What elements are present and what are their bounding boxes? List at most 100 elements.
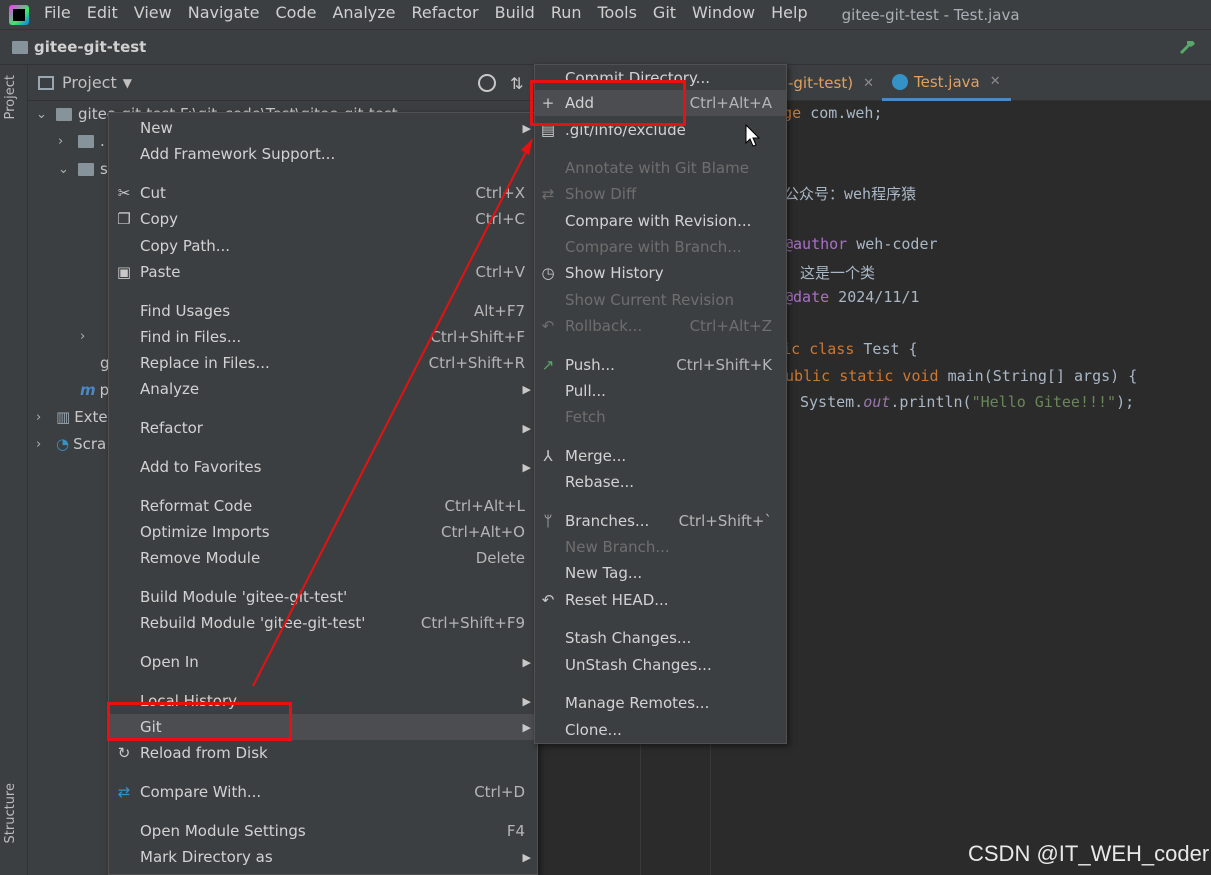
tree-item-src[interactable]: ⌄ s xyxy=(58,156,108,182)
menu-item-show-diff[interactable]: ⇄ Show Diff xyxy=(535,181,786,207)
menu-item-push[interactable]: ↗ Push... Ctrl+Shift+K xyxy=(535,352,786,378)
maven-icon: m xyxy=(80,381,96,399)
menu-item-compare-with-branch[interactable]: Compare with Branch... xyxy=(535,234,786,260)
tab-test-java[interactable]: Test.java ✕ xyxy=(882,65,1011,101)
menu-item-fetch[interactable]: Fetch xyxy=(535,404,786,430)
menu-item-open-module-settings[interactable]: Open Module Settings F4 xyxy=(109,818,537,844)
chevron-right-icon[interactable]: › xyxy=(36,410,50,425)
tree-item-label: Scra xyxy=(73,435,107,453)
menu-item-find-usages[interactable]: Find Usages Alt+F7 xyxy=(109,298,537,324)
chevron-down-icon[interactable]: ⌄ xyxy=(58,162,72,177)
tree-item-pom[interactable]: m p xyxy=(80,377,109,403)
menu-item-analyze[interactable]: Analyze ▶ xyxy=(109,376,537,402)
menu-item-open-in[interactable]: Open In ▶ xyxy=(109,649,537,675)
code-token: public static void xyxy=(776,367,939,385)
menu-file[interactable]: File xyxy=(36,0,79,29)
menu-item-refactor[interactable]: Refactor ▶ xyxy=(109,415,537,441)
menu-item-merge[interactable]: ⅄ Merge... xyxy=(535,443,786,469)
build-hammer-icon[interactable] xyxy=(1179,38,1197,56)
menu-refactor[interactable]: Refactor xyxy=(404,0,487,29)
structure-tool-button[interactable]: Structure xyxy=(3,783,18,843)
menu-item-reload-from-disk[interactable]: ↻ Reload from Disk xyxy=(109,740,537,766)
tree-item-dot[interactable]: › . xyxy=(58,128,105,154)
chevron-right-icon[interactable]: › xyxy=(80,329,94,344)
menu-item-unstash-changes[interactable]: UnStash Changes... xyxy=(535,652,786,678)
menu-item-annotate[interactable]: Annotate with Git Blame xyxy=(535,155,786,181)
menu-window[interactable]: Window xyxy=(684,0,763,29)
menu-edit[interactable]: Edit xyxy=(79,0,126,29)
menu-item-compare-with-revision[interactable]: Compare with Revision... xyxy=(535,208,786,234)
chevron-right-icon[interactable]: › xyxy=(58,134,72,149)
project-panel-title[interactable]: Project xyxy=(62,73,117,92)
menu-item-copy-path[interactable]: Copy Path... xyxy=(109,233,537,259)
close-icon[interactable]: ✕ xyxy=(990,74,1001,89)
menu-code[interactable]: Code xyxy=(268,0,325,29)
menu-item-find-in-files[interactable]: Find in Files... Ctrl+Shift+F xyxy=(109,324,537,350)
chevron-down-icon[interactable]: ▼ xyxy=(123,76,132,90)
menu-navigate[interactable]: Navigate xyxy=(180,0,268,29)
menu-item-paste[interactable]: ▣ Paste Ctrl+V xyxy=(109,259,537,285)
chevron-down-icon[interactable]: ⌄ xyxy=(36,107,50,122)
code-line[interactable]: 这是一个类 xyxy=(800,262,875,283)
copy-icon: ❐ xyxy=(117,210,131,228)
menu-item-optimize-imports[interactable]: Optimize Imports Ctrl+Alt+O xyxy=(109,519,537,545)
code-line[interactable]: @author weh-coder xyxy=(784,235,938,253)
menu-item-compare-with[interactable]: ⇄ Compare With... Ctrl+D xyxy=(109,779,537,805)
menu-item-label: Rebuild Module 'gitee-git-test' xyxy=(140,614,366,632)
menu-view[interactable]: View xyxy=(126,0,180,29)
submenu-arrow-icon: ▶ xyxy=(522,655,531,669)
menu-item-reset-head[interactable]: ↶ Reset HEAD... xyxy=(535,587,786,613)
menu-item-remove-module[interactable]: Remove Module Delete xyxy=(109,545,537,571)
menu-item-pull[interactable]: Pull... xyxy=(535,378,786,404)
menu-item-clone[interactable]: Clone... xyxy=(535,717,786,743)
tab-pom[interactable]: -git-test) ✕ xyxy=(788,65,874,101)
menu-item-rollback[interactable]: ↶ Rollback... Ctrl+Alt+Z xyxy=(535,313,786,339)
menu-item-rebuild-module[interactable]: Rebuild Module 'gitee-git-test' Ctrl+Shif… xyxy=(109,610,537,636)
code-line[interactable]: @date 2024/11/1 xyxy=(784,288,919,306)
menu-item-manage-remotes[interactable]: Manage Remotes... xyxy=(535,690,786,716)
project-tool-button[interactable]: Project xyxy=(3,75,18,119)
menu-analyze[interactable]: Analyze xyxy=(324,0,403,29)
menu-item-new[interactable]: New ▶ xyxy=(109,115,537,141)
tab-label: Test.java xyxy=(914,72,980,91)
menu-item-label: Reformat Code xyxy=(140,497,253,515)
menu-item-add-to-favorites[interactable]: Add to Favorites ▶ xyxy=(109,454,537,480)
menu-item-cut[interactable]: ✂ Cut Ctrl+X xyxy=(109,180,537,206)
menu-item-copy[interactable]: ❐ Copy Ctrl+C xyxy=(109,206,537,232)
menu-item-rebase[interactable]: Rebase... xyxy=(535,469,786,495)
collapse-all-icon[interactable]: ⇅ xyxy=(510,74,523,93)
project-view-icon xyxy=(38,75,54,90)
menu-item-new-branch[interactable]: New Branch... xyxy=(535,534,786,560)
menu-item-reformat-code[interactable]: Reformat Code Ctrl+Alt+L xyxy=(109,493,537,519)
menu-item-add-framework-support[interactable]: Add Framework Support... xyxy=(109,141,537,167)
menu-item-new-tag[interactable]: New Tag... xyxy=(535,560,786,586)
code-token: Test { xyxy=(854,340,918,358)
menu-item-stash-changes[interactable]: Stash Changes... xyxy=(535,625,786,651)
menu-item-mark-directory-as[interactable]: Mark Directory as ▶ xyxy=(109,844,537,870)
tree-item-external-libraries[interactable]: › ▥ Exte xyxy=(36,404,108,430)
menu-run[interactable]: Run xyxy=(543,0,590,29)
menu-item-branches[interactable]: ᛘ Branches... Ctrl+Shift+` xyxy=(535,508,786,534)
menu-item-show-history[interactable]: ◷ Show History xyxy=(535,260,786,286)
tree-item-scratches[interactable]: › ◔ Scra xyxy=(36,431,106,457)
chevron-right-icon[interactable]: › xyxy=(36,437,50,452)
menu-item-replace-in-files[interactable]: Replace in Files... Ctrl+Shift+R xyxy=(109,350,537,376)
menu-item-show-current-revision[interactable]: Show Current Revision xyxy=(535,287,786,313)
highlight-box-add xyxy=(530,80,686,126)
close-icon[interactable]: ✕ xyxy=(863,76,874,91)
menu-item-label: Stash Changes... xyxy=(565,629,692,647)
menu-item-label: Add to Favorites xyxy=(140,458,262,476)
menu-build[interactable]: Build xyxy=(487,0,543,29)
locate-icon[interactable] xyxy=(478,74,496,92)
code-line[interactable]: 公众号：weh程序猿 xyxy=(784,183,916,204)
scissors-icon: ✂ xyxy=(117,184,131,202)
menu-tools[interactable]: Tools xyxy=(590,0,645,29)
menu-item-label: Find in Files... xyxy=(140,328,242,346)
menu-item-build-module[interactable]: Build Module 'gitee-git-test' xyxy=(109,584,537,610)
code-line[interactable]: public static void main(String[] args) { xyxy=(776,367,1137,385)
menu-git[interactable]: Git xyxy=(645,0,684,29)
tree-item-target[interactable]: › xyxy=(80,323,100,349)
menu-help[interactable]: Help xyxy=(763,0,815,29)
code-line[interactable]: System.out.println("Hello Gitee!!!"); xyxy=(800,393,1134,411)
breadcrumb-project[interactable]: gitee-git-test xyxy=(34,38,146,56)
